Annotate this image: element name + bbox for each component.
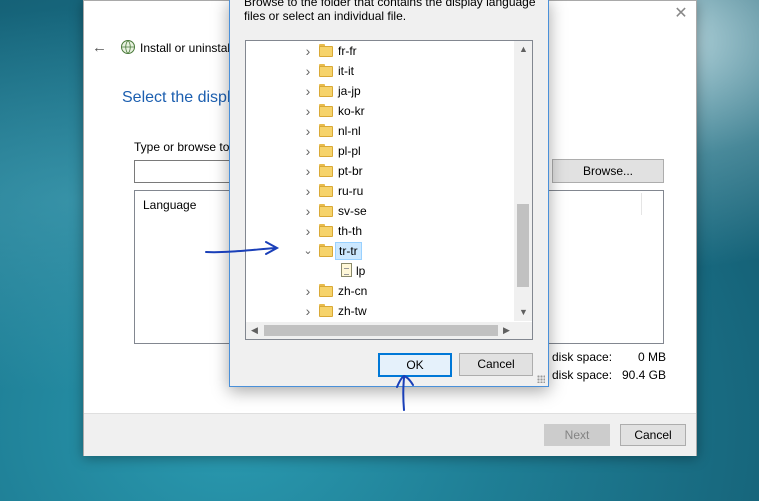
- scroll-right-icon[interactable]: ▶: [498, 322, 515, 339]
- resize-grip-icon[interactable]: [537, 375, 545, 383]
- tree-item-label: it-it: [338, 64, 354, 78]
- wizard-footer: Next Cancel: [84, 413, 696, 456]
- chevron-right-icon[interactable]: ›: [302, 284, 314, 298]
- tree-item-label: pl-pl: [338, 144, 361, 158]
- chevron-right-icon[interactable]: ›: [302, 224, 314, 238]
- tree-item-label: lp: [356, 264, 366, 278]
- folder-icon: [319, 244, 333, 257]
- folder-icon: [319, 104, 333, 117]
- tree-item-label: pt-br: [338, 164, 363, 178]
- folder-icon: [319, 184, 333, 197]
- chevron-right-icon[interactable]: ›: [302, 144, 314, 158]
- chevron-right-icon[interactable]: ›: [302, 44, 314, 58]
- tree-item-label: th-th: [338, 224, 363, 238]
- scroll-down-icon[interactable]: ▼: [515, 304, 532, 321]
- dialog-cancel-button[interactable]: Cancel: [459, 353, 533, 376]
- browse-folder-dialog: Browse to the folder that contains the d…: [229, 0, 549, 387]
- browse-path-label: Type or browse to: [134, 140, 230, 154]
- page-heading: Select the displa: [122, 89, 240, 106]
- vertical-scroll-thumb[interactable]: [517, 204, 529, 287]
- folder-icon: [319, 164, 333, 177]
- folder-icon: [319, 64, 333, 77]
- chevron-right-icon[interactable]: ›: [302, 204, 314, 218]
- scroll-left-icon[interactable]: ◀: [246, 322, 263, 339]
- tree-item-label: zh-cn: [338, 284, 368, 298]
- column-divider: [641, 193, 642, 215]
- vertical-scrollbar[interactable]: ▲ ▼: [514, 41, 532, 321]
- dialog-description: Browse to the folder that contains the d…: [244, 0, 536, 23]
- window-title: Install or uninstal: [140, 41, 231, 55]
- tree-folder-item[interactable]: › ko-kr: [246, 101, 516, 121]
- tree-item-label: tr-tr: [335, 242, 362, 260]
- scrollbar-corner: [515, 322, 532, 339]
- scroll-up-icon[interactable]: ▲: [515, 41, 532, 58]
- tree-item-label: zh-tw: [338, 304, 367, 318]
- tree-folder-item[interactable]: › pl-pl: [246, 141, 516, 161]
- chevron-right-icon[interactable]: ›: [302, 184, 314, 198]
- tree-item-label: fr-fr: [338, 44, 357, 58]
- language-file-icon: [341, 263, 352, 277]
- tree-folder-item[interactable]: › fr-fr: [246, 41, 516, 61]
- close-icon[interactable]: ✕: [674, 6, 688, 22]
- required-space-label: disk space:: [552, 350, 613, 364]
- folder-icon: [319, 284, 333, 297]
- globe-icon: [121, 40, 135, 54]
- chevron-right-icon[interactable]: ›: [302, 104, 314, 118]
- chevron-right-icon[interactable]: ›: [302, 84, 314, 98]
- folder-icon: [319, 124, 333, 137]
- tree-item-label: sv-se: [338, 204, 367, 218]
- folder-icon: [319, 84, 333, 97]
- folder-icon: [319, 44, 333, 57]
- tree-folder-item[interactable]: › zh-tw: [246, 301, 516, 321]
- tree-folder-item[interactable]: › ja-jp: [246, 81, 516, 101]
- folder-icon: [319, 304, 333, 317]
- tree-folder-item[interactable]: › pt-br: [246, 161, 516, 181]
- tree-folder-item[interactable]: › th-th: [246, 221, 516, 241]
- language-column-header[interactable]: Language: [143, 198, 196, 212]
- tree-item-label: ru-ru: [338, 184, 364, 198]
- horizontal-scroll-thumb[interactable]: [264, 325, 498, 336]
- available-space-label: disk space:: [552, 368, 613, 382]
- wizard-cancel-button[interactable]: Cancel: [620, 424, 686, 446]
- chevron-right-icon[interactable]: ›: [302, 164, 314, 178]
- tree-folder-item[interactable]: › nl-nl: [246, 121, 516, 141]
- folder-icon: [319, 144, 333, 157]
- next-button[interactable]: Next: [544, 424, 610, 446]
- folder-icon: [319, 224, 333, 237]
- ok-button[interactable]: OK: [378, 353, 452, 377]
- tree-folder-item[interactable]: › sv-se: [246, 201, 516, 221]
- tree-folder-item[interactable]: › it-it: [246, 61, 516, 81]
- tree-item-label: ko-kr: [338, 104, 365, 118]
- tree-file-item[interactable]: lp: [246, 261, 516, 281]
- tree-item-label: nl-nl: [338, 124, 361, 138]
- available-space-value: 90.4 GB: [621, 368, 666, 382]
- folder-tree[interactable]: › zh-tw › zh-cn lp ⌄ tr-tr › th-th › sv-se › ru-ru › p…: [245, 40, 533, 340]
- chevron-right-icon[interactable]: ›: [302, 304, 314, 318]
- horizontal-scrollbar[interactable]: ◀ ▶: [246, 322, 515, 339]
- back-arrow-icon[interactable]: ←: [92, 39, 107, 56]
- chevron-right-icon[interactable]: ›: [302, 64, 314, 78]
- tree-folder-item[interactable]: › zh-cn: [246, 281, 516, 301]
- tree-folder-item[interactable]: ⌄ tr-tr: [246, 241, 516, 261]
- chevron-down-icon[interactable]: ⌄: [302, 245, 314, 257]
- required-space-value: 0 MB: [637, 350, 666, 364]
- chevron-right-icon[interactable]: ›: [302, 124, 314, 138]
- tree-folder-item[interactable]: › ru-ru: [246, 181, 516, 201]
- folder-icon: [319, 204, 333, 217]
- browse-button[interactable]: Browse...: [552, 159, 664, 183]
- tree-item-label: ja-jp: [338, 84, 361, 98]
